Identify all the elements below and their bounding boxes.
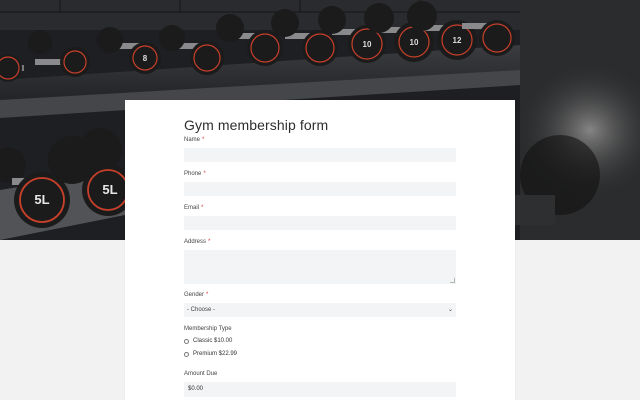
membership-type-label: Membership Type [184, 326, 232, 332]
required-marker: * [206, 292, 209, 298]
phone-label: Phone * [184, 171, 206, 177]
gender-label: Gender * [184, 292, 209, 298]
amount-due-field: $0.00 [184, 382, 456, 397]
membership-form-card: Gym membership form Name * Phone * Email * … [125, 100, 515, 400]
membership-option-label: Premium $22.99 [193, 351, 238, 357]
required-marker: * [208, 239, 211, 245]
email-label: Email * [184, 205, 204, 211]
svg-text:8: 8 [143, 54, 148, 63]
phone-input[interactable] [184, 182, 456, 196]
email-input[interactable] [184, 216, 456, 230]
svg-text:5L: 5L [102, 182, 117, 197]
radio-button[interactable] [184, 339, 189, 344]
membership-option-label: Classic $10.00 [193, 338, 233, 344]
form-title: Gym membership form [184, 117, 329, 133]
name-label: Name * [184, 137, 205, 143]
svg-text:12: 12 [453, 36, 462, 45]
svg-text:10: 10 [363, 40, 372, 49]
svg-text:10: 10 [410, 38, 419, 47]
svg-text:5L: 5L [34, 192, 49, 207]
gender-selected-value: - Choose - [187, 307, 216, 313]
address-textarea[interactable] [184, 250, 456, 284]
address-label: Address * [184, 239, 211, 245]
address-textarea-wrapper [184, 250, 456, 284]
resize-handle-icon[interactable] [450, 278, 455, 283]
chevron-down-icon: ⌄ [447, 307, 453, 313]
name-input[interactable] [184, 148, 456, 162]
required-marker: * [203, 171, 206, 177]
radio-button[interactable] [184, 352, 189, 357]
required-marker: * [202, 137, 205, 143]
amount-due-value: $0.00 [188, 386, 204, 392]
required-marker: * [201, 205, 204, 211]
gender-select[interactable]: - Choose - ⌄ [184, 303, 456, 317]
amount-due-label: Amount Due [184, 371, 218, 377]
